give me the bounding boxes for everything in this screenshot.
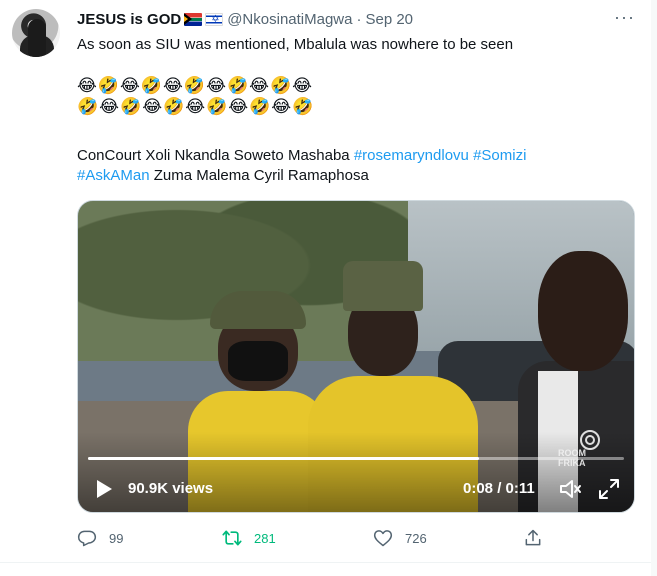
separator-dot: ·	[356, 10, 362, 28]
tweet-text-plain: Zuma Malema Cyril Ramaphosa	[149, 167, 369, 184]
volume-icon[interactable]	[558, 478, 582, 500]
reply-button[interactable]: 99	[77, 527, 123, 549]
south-africa-flag-icon	[184, 12, 203, 26]
tweet-text-plain: ConCourt Xoli Nkandla Soweto Mashaba	[77, 147, 354, 164]
like-icon	[373, 530, 393, 547]
israel-flag-icon	[205, 12, 224, 26]
video-player[interactable]: ROOM FRIKA 90.9K views 0:08 / 0:11	[77, 200, 635, 513]
hashtag-line: #AskAMan Zuma Malema Cyril Ramaphosa	[77, 166, 369, 186]
user-handle[interactable]: @NkosinatiMagwa	[227, 11, 352, 28]
tweet[interactable]: JESUS is GOD @NkosinatiMagwa · Sep 20 ··…	[0, 0, 652, 565]
view-count: 90.9K views	[128, 480, 214, 497]
share-button[interactable]	[523, 527, 555, 549]
tweet-date[interactable]: Sep 20	[365, 11, 413, 28]
share-icon	[525, 529, 541, 546]
scrollbar[interactable]	[651, 0, 657, 576]
video-timecode: 0:08 / 0:11	[463, 480, 535, 497]
tweet-divider	[0, 562, 651, 563]
fullscreen-icon[interactable]	[598, 478, 620, 500]
like-button[interactable]: 726	[373, 527, 427, 549]
hashtag-line: ConCourt Xoli Nkandla Soweto Mashaba #ro…	[77, 146, 526, 166]
tweet-header: JESUS is GOD @NkosinatiMagwa · Sep 20	[77, 9, 413, 29]
watermark-logo: ROOM FRIKA	[558, 430, 608, 468]
tweet-text: As soon as SIU was mentioned, Mbalula wa…	[77, 36, 514, 53]
avatar[interactable]	[12, 9, 60, 57]
hashtag-link[interactable]: #Somizi	[473, 147, 526, 164]
display-name[interactable]: JESUS is GOD	[77, 11, 181, 28]
video-progress-fill	[88, 457, 480, 460]
video-progress-bar[interactable]	[88, 457, 624, 460]
like-count: 726	[405, 530, 427, 546]
retweet-button[interactable]: 281	[222, 527, 276, 549]
hashtag-link[interactable]: #AskAMan	[77, 167, 150, 184]
play-icon[interactable]	[95, 479, 113, 499]
tweet-actions: 99 281 726	[77, 527, 637, 549]
hashtag-link[interactable]: #rosemaryndlovu	[354, 147, 469, 164]
emoji-line: 😂🤣😂🤣😂🤣😂🤣😂🤣😂	[77, 76, 314, 95]
reply-icon	[77, 530, 97, 547]
retweet-icon	[222, 530, 242, 546]
emoji-line: 🤣😂🤣😂🤣😂🤣😂🤣😂🤣	[77, 97, 315, 116]
reply-count: 99	[109, 530, 124, 546]
more-icon[interactable]: ···	[614, 8, 634, 30]
video-frame	[78, 201, 634, 512]
retweet-count: 281	[254, 530, 276, 546]
